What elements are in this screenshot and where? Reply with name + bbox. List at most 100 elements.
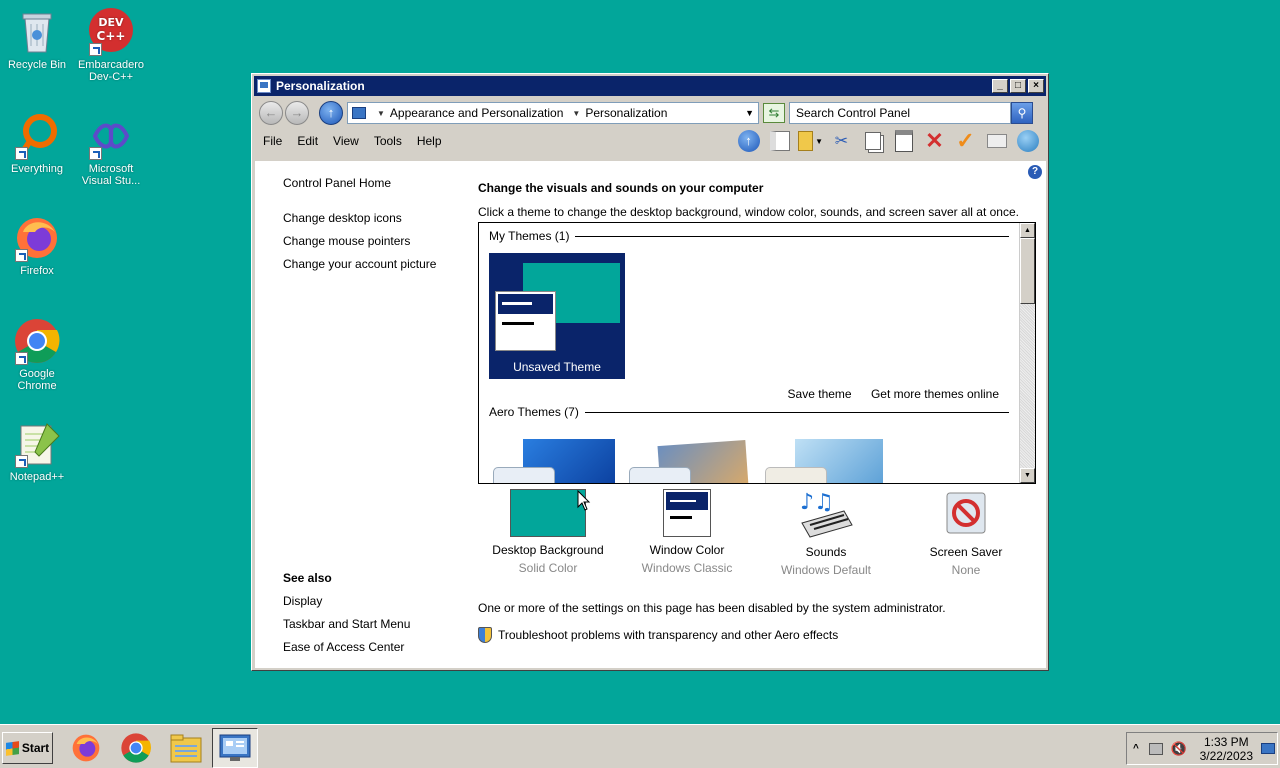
breadcrumb-chevron-icon[interactable]: ▼: [572, 109, 580, 118]
menu-file[interactable]: File: [263, 134, 282, 148]
shortcut-arrow-icon: [89, 147, 102, 160]
breadcrumb-chevron-icon[interactable]: ▼: [377, 109, 385, 118]
theme-links: Save theme Get more themes online: [772, 387, 999, 401]
display-link[interactable]: Display: [283, 594, 410, 608]
taskbar-chrome[interactable]: [113, 728, 159, 768]
menu-help[interactable]: Help: [417, 134, 442, 148]
control-panel-home-link[interactable]: Control Panel Home: [283, 176, 463, 190]
desktop-icon-firefox[interactable]: Firefox: [0, 214, 74, 277]
search-input[interactable]: Search Control Panel: [789, 102, 1011, 124]
paste-icon[interactable]: [891, 129, 916, 153]
theme-list[interactable]: My Themes (1) Unsaved Theme Save theme G…: [478, 222, 1036, 484]
delete-icon[interactable]: ✕: [922, 128, 947, 153]
scroll-down-icon[interactable]: ▼: [1020, 468, 1035, 483]
windows-logo-icon: [5, 740, 19, 756]
minimize-button[interactable]: _: [992, 79, 1008, 93]
aero-themes-group: Aero Themes (7): [489, 405, 1009, 419]
network-icon[interactable]: [1148, 742, 1163, 755]
firefox-icon: [13, 214, 61, 262]
close-button[interactable]: ×: [1028, 79, 1044, 93]
theme-list-scrollbar[interactable]: ▲ ▼: [1019, 223, 1035, 483]
title-bar[interactable]: Personalization _ □ ×: [254, 76, 1046, 96]
taskbar-control-panel[interactable]: [212, 728, 258, 768]
ease-of-access-link[interactable]: Ease of Access Center: [283, 640, 410, 654]
change-mouse-pointers-link[interactable]: Change mouse pointers: [283, 234, 463, 248]
setting-value: Windows Classic: [641, 561, 733, 575]
recycle-bin-icon: [13, 8, 61, 56]
properties-icon[interactable]: [984, 129, 1009, 153]
address-bar: ← → ↑ ▼ Appearance and Personalization ▼…: [254, 98, 1046, 128]
aero-theme-characters[interactable]: [765, 439, 883, 483]
desktop-icon-label: Microsoft Visual Stu...: [81, 163, 141, 187]
breadcrumb-appearance[interactable]: Appearance and Personalization: [390, 106, 563, 120]
menu-edit[interactable]: Edit: [297, 134, 318, 148]
change-desktop-icons-link[interactable]: Change desktop icons: [283, 211, 463, 225]
window-color-setting[interactable]: Window Color Windows Classic: [617, 489, 757, 575]
up-button[interactable]: ↑: [319, 101, 343, 125]
maximize-button[interactable]: □: [1010, 79, 1026, 93]
unsaved-theme-tile[interactable]: Unsaved Theme: [489, 253, 625, 379]
refresh-button[interactable]: ⇆: [763, 103, 785, 123]
change-account-picture-link[interactable]: Change your account picture: [283, 257, 463, 271]
group-divider: [575, 235, 1009, 237]
desktop-icon-recycle-bin[interactable]: Recycle Bin: [0, 8, 74, 71]
sounds-setting[interactable]: ♪♫ Sounds Windows Default: [756, 489, 896, 577]
setting-value: Solid Color: [518, 561, 578, 575]
left-pane: Control Panel Home Change desktop icons …: [283, 176, 463, 280]
volume-muted-icon[interactable]: 🔇: [1171, 741, 1187, 757]
address-dropdown-icon[interactable]: ▼: [745, 108, 754, 118]
help-icon[interactable]: ?: [1028, 165, 1042, 179]
taskbar-firefox[interactable]: [63, 728, 109, 768]
get-more-themes-link[interactable]: Get more themes online: [871, 387, 999, 401]
clock[interactable]: 1:33 PM 3/22/2023: [1200, 735, 1253, 763]
globe-icon[interactable]: [1015, 129, 1040, 153]
back-button[interactable]: ←: [259, 101, 283, 125]
folder-options-icon[interactable]: ▼: [798, 129, 823, 153]
taskbar-start-menu-link[interactable]: Taskbar and Start Menu: [283, 617, 410, 631]
forward-button[interactable]: →: [285, 101, 309, 125]
show-desktop-icon[interactable]: [1261, 743, 1275, 754]
checkmark-icon[interactable]: ✓: [953, 128, 978, 153]
shortcut-arrow-icon: [15, 352, 28, 365]
shortcut-arrow-icon: [15, 249, 28, 262]
control-panel-icon: [257, 79, 271, 93]
cut-icon[interactable]: ✂: [829, 129, 854, 153]
aero-theme-windows7[interactable]: [493, 439, 615, 483]
desktop-icon-label: Recycle Bin: [7, 59, 67, 71]
personalization-window: Personalization _ □ × ← → ↑ ▼ Appearance…: [251, 73, 1049, 671]
firefox-icon: [72, 734, 100, 762]
screen-saver-setting[interactable]: Screen Saver None: [896, 489, 1036, 577]
shortcut-arrow-icon: [89, 43, 102, 56]
scroll-up-icon[interactable]: ▲: [1020, 223, 1035, 238]
taskbar: Start ^ 🔇 1:33 PM 3/22/2023: [0, 724, 1280, 768]
taskbar-explorer[interactable]: [163, 728, 209, 768]
desktop-background-setting[interactable]: Desktop Background Solid Color: [478, 489, 618, 575]
desktop-icon-notepadpp[interactable]: Notepad++: [0, 420, 74, 483]
address-field[interactable]: ▼ Appearance and Personalization ▼ Perso…: [347, 102, 759, 124]
start-button[interactable]: Start: [2, 732, 53, 764]
control-panel-icon: [219, 734, 251, 761]
setting-name: Desktop Background: [492, 543, 604, 557]
desktop-icon-label: Notepad++: [9, 471, 65, 483]
desktop-icon-visual-studio[interactable]: Microsoft Visual Stu...: [74, 112, 148, 187]
scroll-thumb[interactable]: [1020, 238, 1035, 304]
desktop-icon-devcpp[interactable]: DEV C++ Embarcadero Dev-C++: [74, 8, 148, 83]
copy-icon[interactable]: [860, 129, 885, 153]
search-button[interactable]: ⚲: [1011, 102, 1033, 124]
svg-text:♪♫: ♪♫: [800, 490, 834, 515]
menu-tools[interactable]: Tools: [374, 134, 402, 148]
menu-view[interactable]: View: [333, 134, 359, 148]
desktop-icon-everything[interactable]: Everything: [0, 112, 74, 175]
start-label: Start: [21, 741, 50, 755]
up-folder-icon[interactable]: ↑: [736, 129, 761, 153]
shield-icon: [478, 627, 492, 643]
troubleshoot-link[interactable]: Troubleshoot problems with transparency …: [498, 628, 838, 642]
desktop-icon-chrome[interactable]: Google Chrome: [0, 317, 74, 392]
sounds-icon: ♪♫: [796, 489, 856, 539]
breadcrumb-personalization[interactable]: Personalization: [585, 106, 667, 120]
aero-theme-architecture[interactable]: [629, 439, 749, 483]
chrome-icon: [13, 317, 61, 365]
folders-pane-icon[interactable]: [767, 129, 792, 153]
show-hidden-icons-icon[interactable]: ^: [1133, 743, 1139, 754]
save-theme-link[interactable]: Save theme: [788, 387, 852, 401]
